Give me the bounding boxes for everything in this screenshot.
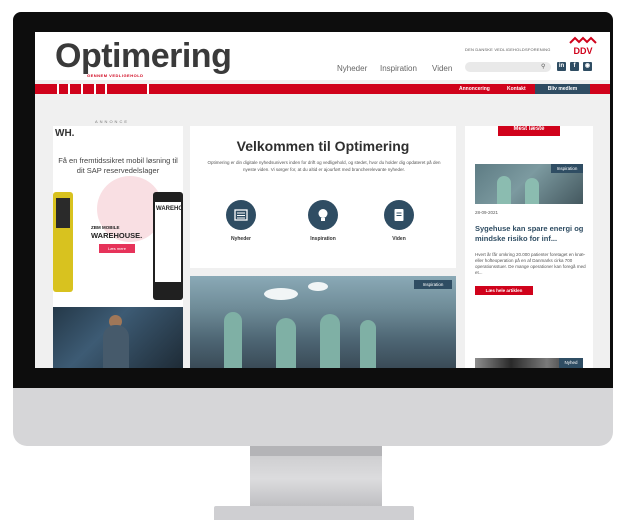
ddv-logo-text: DDV (573, 46, 592, 56)
article-tag: Inspiration (551, 164, 583, 173)
nav-block (59, 84, 70, 94)
surgical-lamp (264, 288, 298, 300)
read-full-article-button[interactable]: Læs hele artiklen (475, 286, 533, 295)
surgical-lamp (308, 282, 328, 291)
lightbulb-icon[interactable] (308, 200, 338, 230)
surgeon-figure (224, 312, 242, 368)
welcome-description: Optimering er din digitale nyhedsunivers… (207, 160, 441, 172)
become-member-button[interactable]: Bliv medlem (535, 84, 590, 94)
facebook-icon[interactable]: f (570, 62, 579, 71)
linkedin-icon[interactable]: in (557, 62, 566, 71)
article-tag: Nyhed (559, 358, 583, 368)
link-annoncering[interactable]: Annoncering (459, 85, 490, 93)
nav-block (83, 84, 96, 94)
surgeon-figure (320, 314, 340, 368)
nav-block (96, 84, 107, 94)
most-read-article-image[interactable]: Inspiration (475, 164, 583, 204)
phone-device-image: WAREHO (153, 192, 183, 300)
article-title[interactable]: Sygehuse kan spare energi og mindske ris… (475, 224, 587, 244)
next-article-image[interactable]: Nyhed (475, 358, 583, 368)
article-date: 28-09-2021 (475, 210, 499, 215)
monitor-stand-base (214, 506, 414, 520)
ddv-logo[interactable]: DDV (568, 36, 598, 56)
category-inspiration[interactable]: Inspiration (293, 236, 353, 242)
search-input[interactable] (465, 62, 551, 72)
nav-block (35, 84, 59, 94)
ad-headline: ZBM MOBILE WAREHOUSE. (91, 224, 142, 240)
phone-screen-text: WAREHO (156, 206, 183, 212)
site-logo[interactable]: Optimering (55, 36, 232, 76)
monitor-chin (13, 388, 613, 446)
nav-block (70, 84, 83, 94)
ad-text: Få en fremtidssikret mobil løsning til d… (58, 156, 178, 175)
monitor-stand-joint (250, 446, 382, 456)
article-summary: Hvert år får omkring 20.000 patienter fo… (475, 252, 586, 275)
most-read-sidebar: Mest læste Inspiration 28-09-2021 Sygehu… (465, 126, 593, 368)
nav-inspiration[interactable]: Inspiration (380, 64, 417, 73)
book-icon[interactable] (384, 200, 414, 230)
site-header: Optimering GENNEM VEDLIGEHOLD Nyheder In… (35, 32, 610, 80)
featured-article-image[interactable]: Inspiration (190, 276, 456, 368)
scanner-device-image (53, 192, 73, 292)
category-viden[interactable]: Viden (369, 236, 429, 242)
article-tag: Inspiration (414, 280, 452, 289)
newspaper-icon[interactable] (226, 200, 256, 230)
association-name: DEN DANSKE VEDLIGEHOLDSFORENING (465, 47, 551, 52)
advertisement[interactable]: WH. Få en fremtidssikret mobil løsning t… (53, 126, 183, 368)
ad-read-more-button[interactable]: Læs mere (99, 244, 135, 253)
nav-nyheder[interactable]: Nyheder (337, 64, 367, 73)
most-read-heading: Mest læste (498, 126, 560, 136)
ad-photo (53, 307, 183, 368)
instagram-icon[interactable]: ◉ (583, 62, 592, 71)
ad-logo: WH. (55, 128, 75, 139)
search-icon[interactable]: ⚲ (541, 64, 547, 70)
category-nyheder[interactable]: Nyheder (211, 236, 271, 242)
link-kontakt[interactable]: Kontakt (507, 85, 526, 93)
ad-label: ANNONCE (95, 119, 130, 124)
surgeon-figure (276, 318, 296, 368)
nav-block (107, 84, 149, 94)
ad-headline-2: WAREHOUSE. (91, 231, 143, 240)
welcome-panel: Velkommen til Optimering Optimering er d… (190, 126, 456, 268)
surgeon-figure (360, 320, 376, 368)
nav-viden[interactable]: Viden (432, 64, 452, 73)
welcome-title: Velkommen til Optimering (236, 138, 410, 154)
website-screen: Optimering GENNEM VEDLIGEHOLD Nyheder In… (35, 32, 610, 368)
site-logo-tagline: GENNEM VEDLIGEHOLD (87, 73, 144, 78)
